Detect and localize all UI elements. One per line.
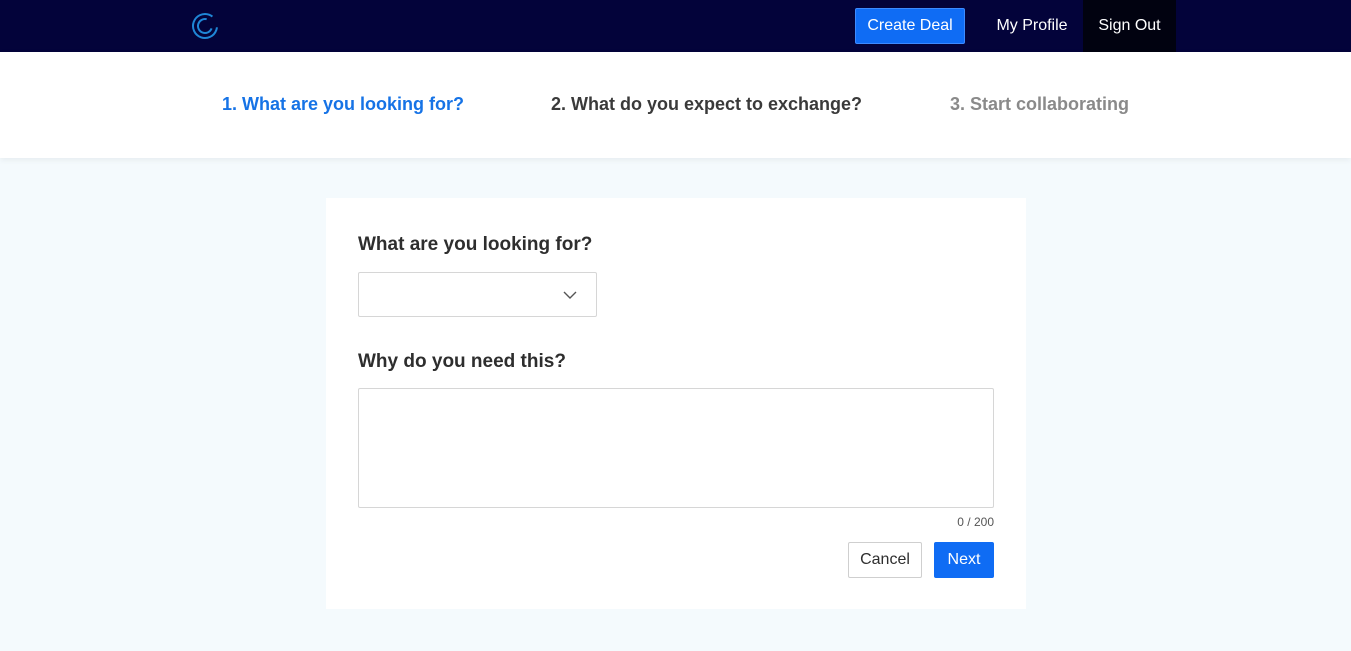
step-2-tab[interactable]: 2. What do you expect to exchange? [551, 94, 862, 115]
step-progress-bar: 1. What are you looking for? 2. What do … [0, 52, 1351, 158]
c-logo-icon[interactable] [191, 11, 219, 41]
chevron-down-icon [563, 291, 577, 299]
next-button[interactable]: Next [934, 542, 994, 578]
my-profile-link[interactable]: My Profile [981, 0, 1083, 52]
step-3-tab: 3. Start collaborating [950, 94, 1130, 114]
cancel-button[interactable]: Cancel [848, 542, 922, 578]
create-deal-button[interactable]: Create Deal [855, 8, 965, 44]
need-reason-textarea[interactable] [358, 388, 994, 508]
need-reason-label: Why do you need this? [358, 351, 566, 372]
step-1-tab[interactable]: 1. What are you looking for? [222, 94, 464, 115]
looking-for-label: What are you looking for? [358, 234, 593, 255]
sign-out-link[interactable]: Sign Out [1083, 0, 1176, 52]
character-counter: 0 / 200 [957, 515, 994, 529]
request-form-card: What are you looking for? Why do you nee… [326, 198, 1026, 609]
looking-for-select[interactable] [358, 272, 597, 317]
top-navigation-bar: Create Deal My Profile Sign Out [0, 0, 1351, 52]
